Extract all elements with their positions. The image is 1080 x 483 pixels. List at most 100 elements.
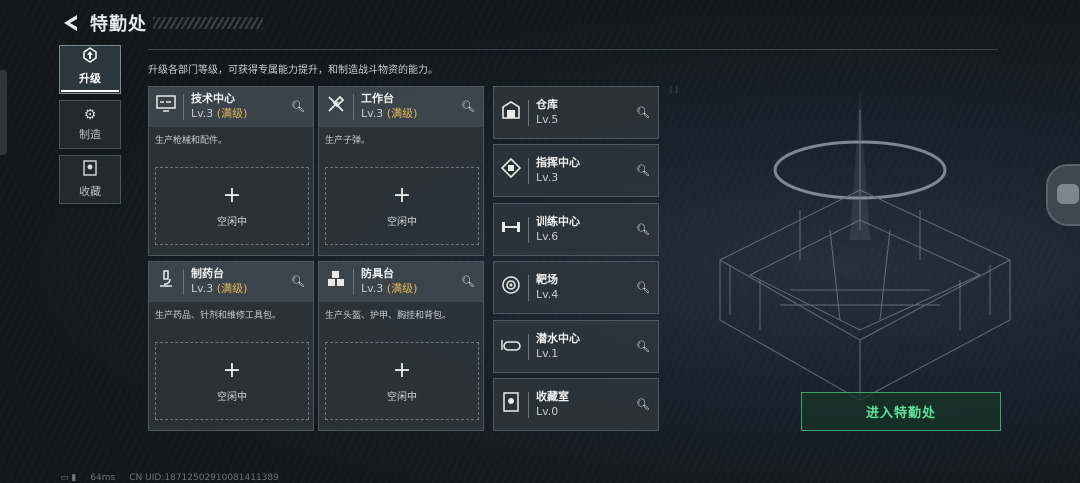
workshop-name: 技术中心 bbox=[191, 92, 235, 105]
title-decoration bbox=[153, 17, 263, 29]
workshop-card-tech-center[interactable]: 技术中心 Lv.3 (满级) 🔍︎ 生产枪械和配件。 + 空闲中 bbox=[148, 86, 314, 256]
nav-item-collection[interactable]: 收藏 bbox=[59, 155, 121, 204]
search-icon[interactable]: 🔍︎ bbox=[459, 273, 477, 291]
room-name: 训练中心 bbox=[536, 215, 580, 228]
ping-readout: 64ms bbox=[90, 473, 116, 483]
nav-label: 升级 bbox=[79, 72, 101, 85]
room-name: 潜水中心 bbox=[536, 332, 580, 345]
side-drawer-handle[interactable] bbox=[0, 70, 7, 155]
armor-boxes-icon bbox=[319, 269, 353, 294]
page-title: 特勤处 bbox=[90, 14, 147, 35]
workshop-description: 生产头盔、护甲、胸挂和背包。 bbox=[325, 311, 452, 321]
workshop-name: 工作台 bbox=[361, 92, 394, 105]
room-level: Lv.5 bbox=[536, 113, 559, 126]
craft-slot[interactable]: + 空闲中 bbox=[325, 342, 479, 420]
max-level-badge: (满级) bbox=[386, 107, 418, 120]
search-icon[interactable]: 🔍︎ bbox=[634, 279, 652, 297]
search-icon[interactable]: 🔍︎ bbox=[459, 98, 477, 116]
plus-icon: + bbox=[222, 182, 242, 208]
separator bbox=[183, 93, 184, 120]
search-icon[interactable]: 🔍︎ bbox=[289, 98, 307, 116]
room-level: Lv.6 bbox=[536, 230, 559, 243]
room-level: Lv.0 bbox=[536, 405, 559, 418]
gears-icon: ⚙ bbox=[83, 107, 97, 123]
warehouse-icon bbox=[494, 100, 528, 125]
separator bbox=[183, 268, 184, 295]
search-icon[interactable]: 🔍︎ bbox=[634, 221, 652, 239]
max-level-badge: (满级) bbox=[216, 282, 248, 295]
floating-assistant-button[interactable] bbox=[1046, 164, 1080, 226]
room-name: 指挥中心 bbox=[536, 156, 580, 169]
plus-icon: + bbox=[392, 182, 412, 208]
divider bbox=[148, 49, 998, 50]
back-arrow-icon[interactable] bbox=[60, 12, 82, 34]
nav-item-craft[interactable]: ⚙ 制造 bbox=[59, 100, 121, 149]
room-training-center[interactable]: 训练中心 Lv.6 🔍︎ bbox=[493, 203, 659, 256]
room-level: Lv.3 bbox=[536, 171, 559, 184]
command-icon bbox=[494, 157, 528, 183]
separator bbox=[353, 268, 354, 295]
microscope-icon bbox=[149, 269, 183, 294]
room-command-center[interactable]: 指挥中心 Lv.3 🔍︎ bbox=[493, 144, 659, 197]
workshop-level: Lv.3 bbox=[361, 282, 384, 295]
room-name: 收藏室 bbox=[536, 390, 569, 403]
diving-mask-icon bbox=[494, 336, 528, 357]
workshop-level: Lv.3 bbox=[191, 282, 214, 295]
workshop-level: Lv.3 bbox=[361, 107, 384, 120]
nav-item-upgrade[interactable]: 升级 bbox=[59, 45, 121, 94]
workshop-card-armor[interactable]: 防具台 Lv.3 (满级) 🔍︎ 生产头盔、护甲、胸挂和背包。 + 空闲中 bbox=[318, 261, 484, 431]
base-hologram-illustration bbox=[718, 90, 1012, 401]
uid-readout: CN UID:187125029100814113​89 bbox=[129, 473, 279, 483]
max-level-badge: (满级) bbox=[216, 107, 248, 120]
separator bbox=[528, 216, 529, 243]
status-bar: ▭ ▮ 64ms CN UID:187125029100814113​89 bbox=[60, 473, 279, 483]
workshop-description: 生产枪械和配件。 bbox=[155, 136, 228, 146]
separator bbox=[353, 93, 354, 120]
target-icon bbox=[494, 275, 528, 300]
workshop-description: 生产药品、针剂和维修工具包。 bbox=[155, 311, 282, 321]
workshop-name: 防具台 bbox=[361, 267, 394, 280]
slot-status: 空闲中 bbox=[387, 391, 417, 403]
nav-label: 收藏 bbox=[79, 185, 101, 198]
enter-special-ops-button[interactable]: 进入特勤处 bbox=[801, 392, 1001, 431]
search-icon[interactable]: 🔍︎ bbox=[634, 162, 652, 180]
page-description: 升级各部门等级，可获得专属能力提升，和制造战斗物资的能力。 bbox=[148, 65, 438, 76]
craft-slot[interactable]: + 空闲中 bbox=[155, 167, 309, 245]
craft-slot[interactable]: + 空闲中 bbox=[325, 167, 479, 245]
slot-status: 空闲中 bbox=[387, 216, 417, 228]
room-diving-center[interactable]: 潜水中心 Lv.1 🔍︎ bbox=[493, 320, 659, 373]
separator bbox=[528, 157, 529, 184]
workshop-card-workbench[interactable]: 工作台 Lv.3 (满级) 🔍︎ 生产子弹。 + 空闲中 bbox=[318, 86, 484, 256]
nav-label: 制造 bbox=[79, 128, 101, 141]
display-case-icon bbox=[494, 392, 528, 417]
plus-icon: + bbox=[222, 357, 242, 383]
room-shooting-range[interactable]: 靶场 Lv.4 🔍︎ bbox=[493, 261, 659, 314]
room-warehouse[interactable]: 仓库 Lv.5 🔍︎ bbox=[493, 86, 659, 139]
room-level: Lv.4 bbox=[536, 288, 559, 301]
room-name: 仓库 bbox=[536, 98, 558, 111]
header: 特勤处 bbox=[60, 8, 263, 38]
hologram-corner-marker: [ ] bbox=[670, 86, 678, 94]
search-icon[interactable]: 🔍︎ bbox=[634, 338, 652, 356]
search-icon[interactable]: 🔍︎ bbox=[634, 104, 652, 122]
workshop-card-pharmacy[interactable]: 制药台 Lv.3 (满级) 🔍︎ 生产药品、针剂和维修工具包。 + 空闲中 bbox=[148, 261, 314, 431]
craft-slot[interactable]: + 空闲中 bbox=[155, 342, 309, 420]
separator bbox=[528, 333, 529, 360]
workshop-level: Lv.3 bbox=[191, 107, 214, 120]
slot-status: 空闲中 bbox=[217, 216, 247, 228]
room-collection-room[interactable]: 收藏室 Lv.0 🔍︎ bbox=[493, 378, 659, 431]
workshop-name: 制药台 bbox=[191, 267, 224, 280]
separator bbox=[528, 99, 529, 126]
side-nav: 升级 ⚙ 制造 收藏 bbox=[59, 45, 121, 210]
monitor-icon bbox=[149, 95, 183, 118]
dumbbell-icon bbox=[494, 219, 528, 240]
search-icon[interactable]: 🔍︎ bbox=[289, 273, 307, 291]
search-icon[interactable]: 🔍︎ bbox=[634, 396, 652, 414]
upgrade-icon bbox=[82, 47, 98, 67]
workshop-description: 生产子弹。 bbox=[325, 136, 371, 146]
tools-icon bbox=[319, 94, 353, 119]
slot-status: 空闲中 bbox=[217, 391, 247, 403]
battery-signal-icon: ▭ ▮ bbox=[60, 473, 77, 483]
collection-icon bbox=[83, 160, 97, 180]
room-name: 靶场 bbox=[536, 273, 558, 286]
